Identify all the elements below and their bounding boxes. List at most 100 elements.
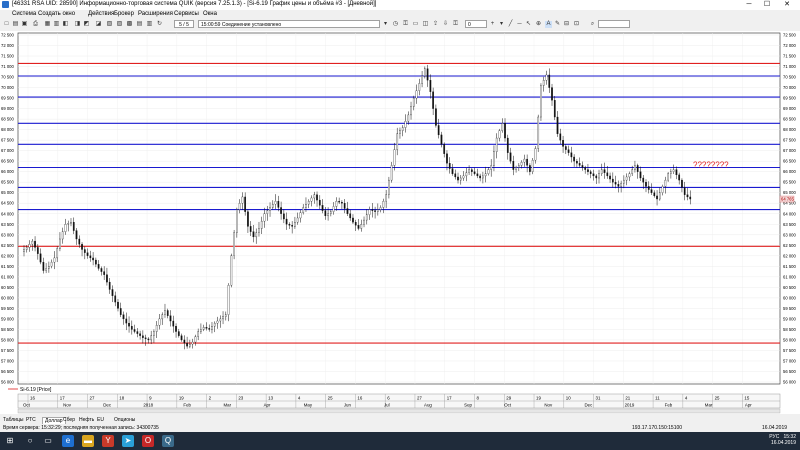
x-day-label: 27 [90,396,95,401]
x-month-label: Jul [384,403,390,408]
minimize-button[interactable]: ─ [742,0,756,10]
arrow-down-icon[interactable]: ▾ [498,21,505,28]
price-bar-body [81,244,83,250]
price-bar-body [216,320,219,324]
open-icon[interactable]: ▤ [12,21,19,28]
y-tick-label-right: 57 500 [783,348,796,353]
tab-eu[interactable]: EU [97,417,104,423]
price-bar-body [479,175,481,179]
price-bar-body [415,90,418,99]
cursor-icon[interactable]: ↖ [525,21,532,28]
explorer-icon[interactable]: ▬ [82,435,94,447]
hline-icon[interactable]: ─ [516,21,523,28]
lock-chart-icon[interactable]: ⊟ [563,21,570,28]
x-month-label: Oct [504,403,512,408]
price-bar-body [280,207,282,214]
tab-tables[interactable]: Таблицы [3,417,23,423]
menu-services[interactable]: Сервисы [174,11,199,17]
yandex-icon[interactable]: Y [102,435,114,447]
windows-start-icon[interactable]: ⊞ [4,435,16,447]
menu-actions[interactable]: Действия [88,11,114,17]
tab-rts[interactable]: РТС [26,417,36,423]
lock-icon[interactable]: ⚿ [452,21,459,28]
tab-sber[interactable]: Сбер [63,417,75,423]
price-bar-body [263,213,266,222]
print-icon[interactable]: ⎙ [32,21,39,28]
tab-options[interactable]: Опционы [114,417,135,423]
filter-icon[interactable]: ▤ [136,21,143,28]
key-icon[interactable]: ⚿ [402,21,409,28]
chart-icon[interactable]: ▥ [53,21,60,28]
menu-system[interactable]: Система [12,11,36,17]
settings-icon[interactable]: ▩ [126,21,133,28]
edge-icon[interactable]: e [62,435,74,447]
price-bar-body [628,173,631,178]
opera-icon[interactable]: O [142,435,154,447]
quik-taskbar-icon[interactable]: Q [162,435,174,447]
price-bar-body [266,210,269,214]
search-taskbar-icon[interactable]: ○ [24,435,36,447]
price-bar-body [125,318,128,324]
tab-oil[interactable]: Нефть [79,417,94,423]
price-bar-body [271,204,274,208]
price-bar-body [390,165,393,181]
task-view-icon[interactable]: ▭ [42,435,54,447]
price-bar-body [559,133,562,141]
crosshair-icon[interactable]: + [489,21,496,28]
menu-windows[interactable]: Окна [203,11,217,17]
price-bar-body [31,240,34,245]
maximize-button[interactable]: ☐ [760,0,774,10]
price-bar-body [506,137,509,153]
export-icon[interactable]: ⇪ [432,21,439,28]
graph-icon[interactable]: ◫ [422,21,429,28]
save-icon[interactable]: ▣ [21,21,28,28]
text-icon[interactable]: A [545,21,552,28]
price-bar-body [42,261,45,271]
order-icon[interactable]: ◧ [62,21,69,28]
close-button[interactable]: ✕ [780,0,794,10]
system-tray[interactable]: РУС 15:32 16.04.2019 [769,434,796,446]
menu-broker[interactable]: Брокер [114,11,134,17]
x-month-label: Aug [424,403,432,408]
zoom-field[interactable]: 5 / 5 [174,20,194,28]
pen-icon[interactable]: ✎ [554,21,561,28]
import-icon[interactable]: ⇩ [442,21,449,28]
layout-icon[interactable]: ▥ [146,21,153,28]
news-icon[interactable]: ◪ [95,21,102,28]
search-icon[interactable]: ⌕ [589,21,596,28]
refresh-icon[interactable]: ↻ [156,21,163,28]
y-tick-label-right: 59 000 [783,316,796,321]
price-bar-body [294,222,296,227]
price-chart[interactable]: 72 500 72 000 71 500 71 000 70 500 70 000 69 5… [0,31,800,414]
price-bar-body [689,196,692,200]
status-dropdown-icon[interactable]: ▾ [382,21,389,28]
interval-select[interactable]: 0 [465,20,487,28]
price-bar-body [338,200,340,203]
new-icon[interactable]: □ [3,21,10,28]
quik-app-icon [2,1,9,8]
y-tick-label-right: 71 000 [783,64,796,69]
price-bar-body [335,200,338,207]
menu-extensions[interactable]: Расширения [138,11,173,17]
telegram-icon[interactable]: ➤ [122,435,134,447]
fit-icon[interactable]: ⊡ [573,21,580,28]
price-bar-body [437,125,440,136]
line-icon[interactable]: ╱ [507,21,514,28]
price-bar-body [89,255,92,259]
search-input[interactable] [598,20,630,28]
chart-window[interactable]: 72 500 72 000 71 500 71 000 70 500 70 000 69 5… [0,31,800,414]
price-bar-body [562,140,564,147]
menu-create-window[interactable]: Создать окно [38,11,75,17]
portfolio-icon[interactable]: ▧ [106,21,113,28]
monitor-icon[interactable]: ▭ [412,21,419,28]
zoom-in-icon[interactable]: ⊕ [535,21,542,28]
price-bar-body [194,336,197,343]
price-bar-body [100,268,103,272]
alert-icon[interactable]: ▨ [116,21,123,28]
table-icon[interactable]: ▦ [44,21,51,28]
quote-icon[interactable]: ◨ [74,21,81,28]
price-bar-body [636,165,639,172]
x-day-label: 16 [357,396,362,401]
price-bar-body [313,194,316,199]
trade-icon[interactable]: ◩ [83,21,90,28]
